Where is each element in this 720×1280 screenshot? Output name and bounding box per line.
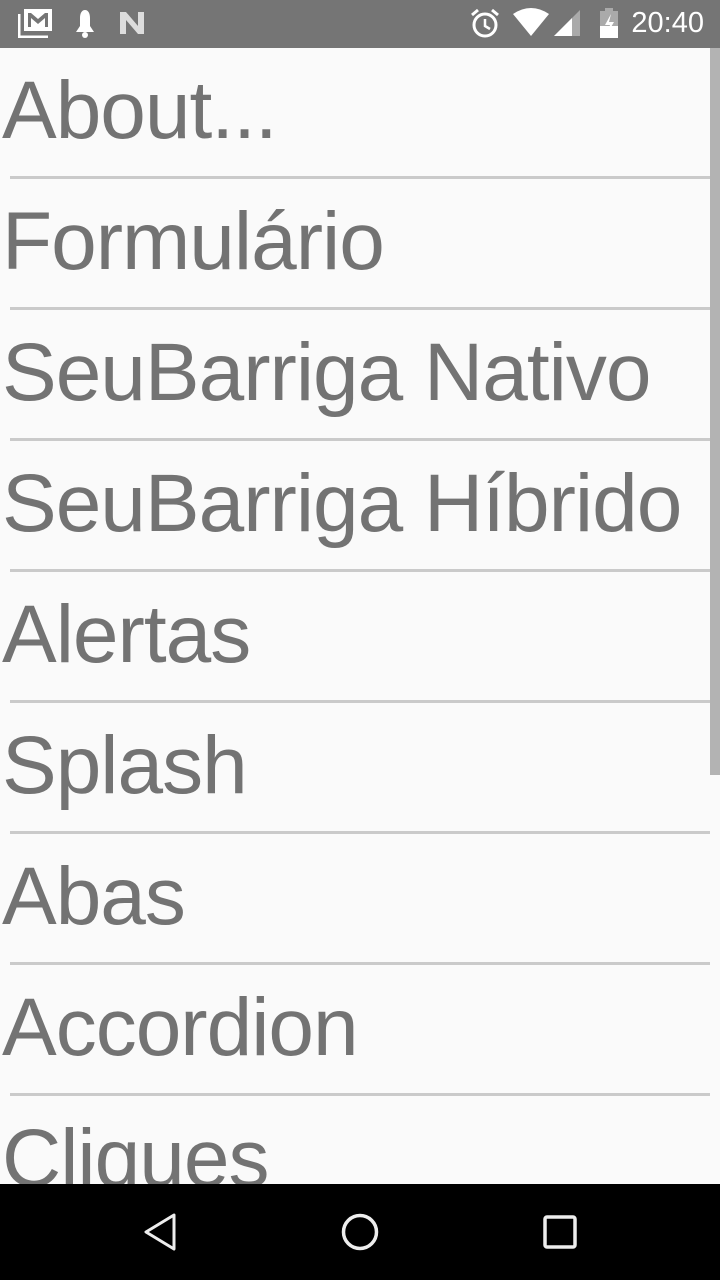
menu-item-label: Abas bbox=[2, 851, 186, 942]
menu-item-splash[interactable]: Splash bbox=[0, 703, 720, 834]
menu-item-label: Splash bbox=[2, 720, 248, 811]
menu-item-label: SeuBarriga Nativo bbox=[2, 327, 651, 418]
menu-item-accordion[interactable]: Accordion bbox=[0, 965, 720, 1096]
clock: 20:40 bbox=[631, 7, 704, 39]
menu-item-label: Formulário bbox=[2, 196, 385, 287]
menu-item-seubarriga-hibrido[interactable]: SeuBarriga Híbrido bbox=[0, 441, 720, 572]
notification-bell-icon bbox=[76, 10, 94, 38]
signal-icon bbox=[554, 10, 580, 36]
menu-item-about[interactable]: About... bbox=[0, 48, 720, 179]
menu-item-cliques[interactable]: Cliques bbox=[0, 1096, 720, 1184]
battery-charging-icon bbox=[600, 8, 618, 38]
menu-item-label: Alertas bbox=[2, 589, 251, 680]
alarm-icon bbox=[471, 8, 499, 38]
menu-list: About... Formulário SeuBarriga Nativo Se… bbox=[0, 48, 720, 1184]
gmail-icon bbox=[18, 9, 52, 38]
navigation-bar bbox=[0, 1184, 720, 1280]
menu-item-alertas[interactable]: Alertas bbox=[0, 572, 720, 703]
menu-item-label: SeuBarriga Híbrido bbox=[2, 458, 682, 549]
status-bar: 20:40 bbox=[0, 0, 720, 48]
menu-item-label: Accordion bbox=[2, 982, 359, 1073]
n-icon bbox=[120, 12, 144, 34]
recents-button[interactable] bbox=[542, 1212, 578, 1252]
menu-item-label: About... bbox=[2, 65, 278, 156]
scrollbar[interactable] bbox=[710, 48, 720, 775]
menu-item-seubarriga-nativo[interactable]: SeuBarriga Nativo bbox=[0, 310, 720, 441]
home-button[interactable] bbox=[340, 1212, 380, 1252]
menu-item-formulario[interactable]: Formulário bbox=[0, 179, 720, 310]
wifi-icon bbox=[513, 8, 549, 36]
menu-item-label: Cliques bbox=[2, 1113, 269, 1184]
menu-item-abas[interactable]: Abas bbox=[0, 834, 720, 965]
back-button[interactable] bbox=[140, 1212, 180, 1252]
